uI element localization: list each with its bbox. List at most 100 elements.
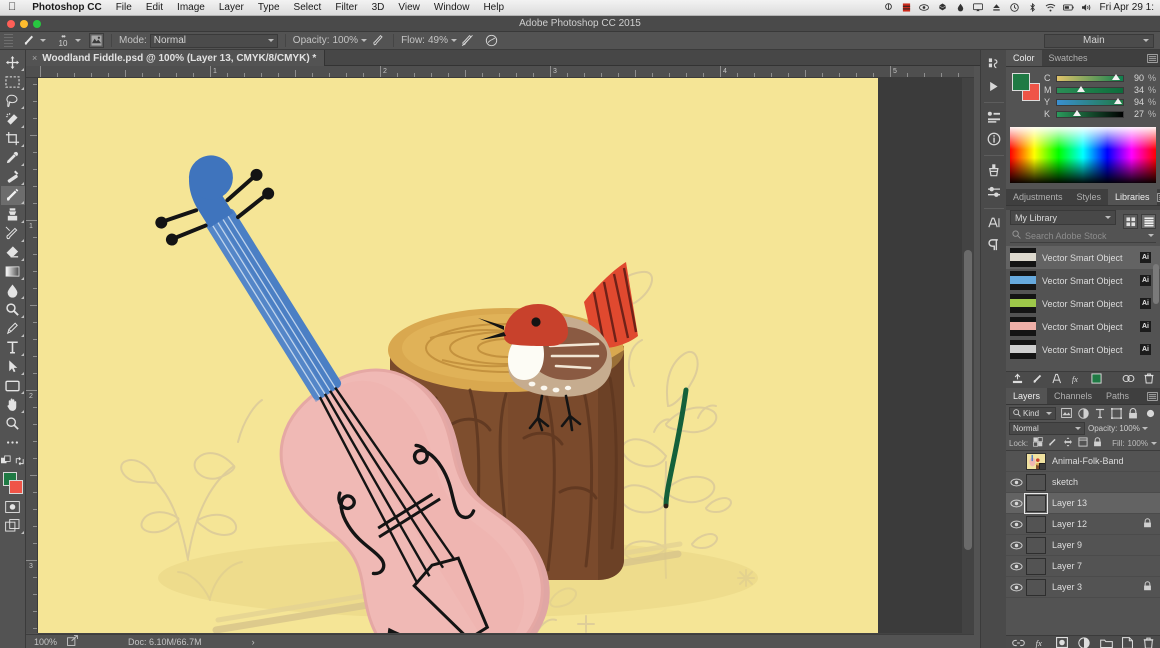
table-row[interactable]: Layer 12 (1006, 514, 1160, 535)
wifi-icon[interactable] (1045, 2, 1056, 13)
layer-thumbnail[interactable] (1026, 452, 1046, 470)
history-icon[interactable] (983, 54, 1005, 74)
clone-stamp-tool[interactable] (1, 205, 25, 224)
opacity-control[interactable]: Opacity: 100% (289, 32, 390, 50)
layer-thumbnail[interactable] (1024, 492, 1048, 514)
slider-thumb[interactable] (1113, 97, 1122, 104)
spotlight-icon[interactable] (883, 2, 894, 13)
paragraph-icon[interactable] (983, 235, 1005, 255)
tab-styles[interactable]: Styles (1070, 189, 1109, 205)
add-style-icon[interactable]: fx (1071, 373, 1082, 387)
grid-view-icon[interactable] (1123, 214, 1138, 229)
type-filter-icon[interactable] (1093, 407, 1107, 420)
delete-layer-icon[interactable] (1143, 637, 1154, 648)
hand-tool[interactable] (1, 395, 25, 414)
quick-selection-tool[interactable] (1, 110, 25, 129)
menu-layer[interactable]: Layer (212, 2, 251, 13)
brush-preset-icon[interactable] (89, 33, 104, 48)
smoothing-icon[interactable] (484, 33, 500, 49)
dropbox-icon[interactable] (937, 2, 948, 13)
opacity-value[interactable]: 100% (332, 35, 358, 46)
quick-mask-button[interactable] (1, 497, 25, 516)
current-tool-preset[interactable] (17, 32, 50, 50)
vertical-ruler[interactable]: 1 2 3 (26, 78, 38, 633)
smoothing-control[interactable] (480, 32, 504, 50)
table-row[interactable]: Layer 7 (1006, 556, 1160, 577)
chevron-down-icon[interactable] (75, 39, 81, 42)
workspace-selector[interactable]: Main (1044, 33, 1154, 48)
channel-value-c[interactable]: 90 (1128, 73, 1144, 83)
layer-name[interactable]: Layer 9 (1052, 540, 1160, 550)
color-panel-swatches[interactable] (1012, 73, 1040, 101)
lock-image-icon[interactable] (1048, 437, 1058, 449)
fill-value[interactable]: 100% (1128, 439, 1148, 448)
layer-blend-mode[interactable]: Normal (1009, 422, 1085, 435)
crop-tool[interactable] (1, 129, 25, 148)
library-scrollbar-thumb[interactable] (1153, 264, 1159, 304)
new-group-icon[interactable] (1099, 638, 1113, 648)
channel-value-k[interactable]: 27 (1128, 109, 1144, 119)
rectangle-shape-tool[interactable] (1, 376, 25, 395)
tab-libraries[interactable]: Libraries (1108, 189, 1157, 205)
table-row[interactable]: sketch (1006, 472, 1160, 493)
menu-window[interactable]: Window (427, 2, 477, 13)
zoom-level[interactable]: 100% (34, 637, 57, 647)
flow-control[interactable]: Flow: 49% (397, 32, 480, 50)
opacity-value[interactable]: 100% (1119, 424, 1139, 433)
document-tab[interactable]: × Woodland Fiddle.psd @ 100% (Layer 13, … (26, 50, 326, 66)
pixel-filter-icon[interactable] (1059, 407, 1073, 420)
tab-layers[interactable]: Layers (1006, 388, 1048, 404)
artboard[interactable] (38, 78, 878, 633)
adjustment-layer-icon[interactable] (1078, 636, 1090, 648)
list-item[interactable]: Vector Smart Object Ai (1006, 269, 1160, 292)
panel-menu-icon[interactable] (1144, 388, 1160, 404)
blend-mode-control[interactable]: Mode: Normal (115, 32, 282, 50)
eraser-tool[interactable] (1, 243, 25, 262)
status-expand-arrow[interactable]: › (252, 637, 255, 647)
cyan-slider-track[interactable] (1056, 73, 1124, 82)
library-items-list[interactable]: Vector Smart Object Ai Vector Smart Obje… (1006, 246, 1160, 364)
adobe-stock-search[interactable]: Search Adobe Stock (1010, 229, 1156, 243)
menu-type[interactable]: Type (251, 2, 287, 13)
scrollbar-thumb[interactable] (964, 250, 972, 550)
yellow-slider-track[interactable] (1056, 97, 1124, 106)
layer-name[interactable]: Animal-Folk-Band (1052, 456, 1160, 466)
sliders-icon[interactable] (983, 182, 1005, 202)
table-row[interactable]: Layer 3 (1006, 577, 1160, 598)
sync-icon[interactable] (1122, 374, 1135, 386)
lasso-tool[interactable] (1, 91, 25, 110)
adjustment-filter-icon[interactable] (1076, 407, 1090, 420)
layer-name[interactable]: Layer 13 (1052, 498, 1160, 508)
menu-3d[interactable]: 3D (365, 2, 392, 13)
menu-file[interactable]: File (109, 2, 139, 13)
bluetooth-icon[interactable] (1027, 2, 1038, 13)
filter-toggle-icon[interactable] (1143, 407, 1157, 420)
layer-visibility-toggle[interactable] (1006, 478, 1026, 487)
eyedropper-tool[interactable] (1, 148, 25, 167)
table-row[interactable]: Layer 13 (1006, 492, 1160, 514)
tab-adjustments[interactable]: Adjustments (1006, 189, 1070, 205)
layer-style-icon[interactable]: fx (1035, 637, 1047, 648)
table-row[interactable]: Animal-Folk-Band (1006, 451, 1160, 472)
layer-thumbnail[interactable] (1026, 536, 1046, 554)
black-slider-track[interactable] (1056, 109, 1124, 118)
list-item[interactable]: Vector Smart Object Ai (1006, 338, 1160, 361)
close-icon[interactable]: × (32, 53, 37, 63)
history-brush-tool[interactable] (1, 224, 25, 243)
play-icon[interactable] (983, 76, 1005, 96)
character-icon[interactable] (983, 213, 1005, 233)
info-panel-icon[interactable] (983, 107, 1005, 127)
airplay-icon[interactable] (973, 2, 984, 13)
color-meter-icon[interactable] (901, 2, 912, 13)
chevron-down-icon[interactable] (40, 39, 46, 42)
gradient-tool[interactable] (1, 262, 25, 281)
layer-visibility-toggle[interactable] (1006, 583, 1026, 592)
layer-kind-filter[interactable]: Kind (1009, 406, 1057, 420)
layer-visibility-toggle[interactable] (1006, 499, 1026, 508)
layer-visibility-toggle[interactable] (1006, 520, 1026, 529)
search-input[interactable]: Search Adobe Stock (1025, 231, 1144, 241)
slider-thumb[interactable] (1112, 73, 1121, 80)
chevron-down-icon[interactable] (1148, 234, 1154, 237)
adjustments-icon[interactable] (983, 160, 1005, 180)
tab-paths[interactable]: Paths (1099, 388, 1136, 404)
